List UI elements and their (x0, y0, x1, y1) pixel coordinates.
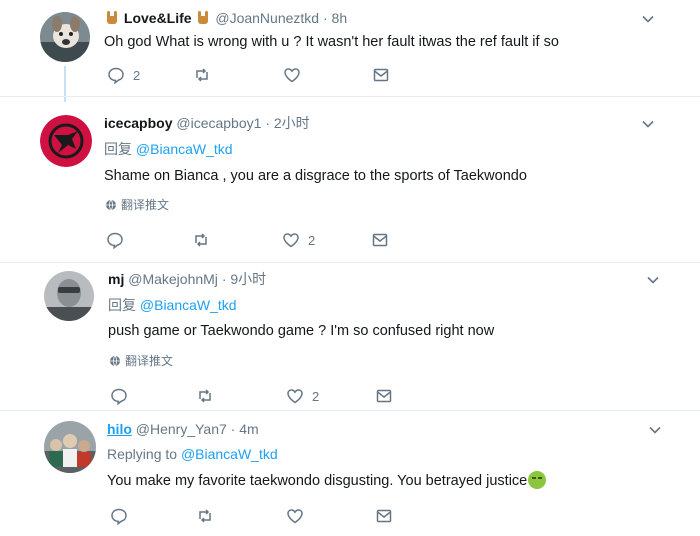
globe-icon (110, 355, 120, 367)
heart-icon (287, 509, 303, 524)
heart-icon (287, 389, 303, 404)
separator-dot: · (265, 115, 270, 131)
timestamp[interactable]: 4m (239, 421, 258, 437)
avatar-dog-photo-icon (40, 12, 90, 62)
timestamp[interactable]: 9小时 (230, 271, 266, 287)
heart-icon (283, 233, 299, 248)
retweet-button[interactable] (196, 387, 214, 405)
tweet-2[interactable]: icecapboy @icecapboy1 · 2小时 回复 @BiancaW_… (0, 97, 700, 262)
user-handle[interactable]: @MakejohnMj (128, 271, 218, 287)
reply-icon (111, 508, 127, 525)
like-button[interactable]: 2 (286, 387, 319, 405)
retweet-icon (196, 68, 208, 82)
envelope-icon (372, 233, 388, 247)
chevron-down-icon[interactable] (646, 273, 660, 287)
timestamp[interactable]: 8h (332, 10, 348, 26)
envelope-icon (376, 509, 392, 523)
tweet-actions: 2 (107, 66, 397, 86)
retweet-button[interactable] (193, 66, 211, 84)
display-name[interactable]: hilo (107, 421, 132, 437)
translate-tweet[interactable]: 翻译推文 (109, 354, 173, 368)
reply-icon (108, 67, 124, 84)
reply-count: 2 (133, 67, 141, 83)
raptors-logo-icon (40, 115, 92, 167)
mention-link[interactable]: @BiancaW_tkd (140, 297, 237, 313)
tweet-1[interactable]: Love&Life @JoanNuneztkd · 8h Oh god What… (0, 0, 700, 102)
retweet-icon (199, 389, 211, 403)
mention-link[interactable]: @BiancaW_tkd (181, 446, 278, 462)
like-count: 2 (308, 232, 316, 248)
reply-button[interactable] (110, 387, 136, 405)
user-handle[interactable]: @Henry_Yan7 (136, 421, 227, 437)
tweet-actions: 2 (106, 231, 396, 251)
like-count: 2 (312, 388, 320, 404)
translate-label: 翻译推文 (125, 354, 174, 368)
like-button[interactable]: 2 (282, 231, 315, 249)
like-button[interactable] (283, 66, 309, 84)
avatar-person-photo-icon (44, 271, 94, 321)
rock-hand-emoji-icon (107, 11, 117, 24)
avatar[interactable] (40, 115, 92, 167)
retweet-button[interactable] (196, 507, 214, 525)
mention-link[interactable]: @BiancaW_tkd (136, 141, 233, 157)
retweet-icon (199, 509, 211, 523)
message-button[interactable] (371, 231, 389, 249)
reply-button[interactable] (106, 231, 132, 249)
message-button[interactable] (375, 507, 393, 525)
translate-label: 翻译推文 (121, 198, 170, 212)
avatar[interactable] (40, 12, 90, 62)
tweet-text: You make my favorite taekwondo disgustin… (107, 471, 547, 490)
avatar-crowd-photo-icon (44, 421, 96, 473)
separator-dot: · (221, 271, 227, 287)
replying-to: 回复 @BiancaW_tkd (108, 296, 237, 314)
user-handle[interactable]: @icecapboy1 (176, 115, 261, 131)
tweet-actions: 2 (110, 387, 400, 407)
user-handle[interactable]: @JoanNuneztkd (215, 10, 319, 26)
retweet-button[interactable] (192, 231, 210, 249)
reply-prefix: 回复 (108, 297, 136, 313)
reply-prefix: Replying to (107, 446, 178, 462)
avatar[interactable] (44, 421, 96, 473)
tweet-header: hilo @Henry_Yan7 · 4m (107, 420, 259, 438)
retweet-icon (195, 233, 207, 247)
envelope-icon (373, 68, 389, 82)
chevron-down-icon[interactable] (641, 117, 655, 131)
reply-icon (111, 388, 127, 405)
separator-dot: · (322, 10, 328, 26)
tweet-text: Shame on Bianca , you are a disgrace to … (104, 168, 527, 184)
globe-icon (106, 199, 116, 211)
reply-prefix: 回复 (104, 141, 132, 157)
tweet-header: icecapboy @icecapboy1 · 2小时 (104, 114, 310, 132)
like-button[interactable] (286, 507, 312, 525)
reply-button[interactable] (110, 507, 136, 525)
reply-icon (107, 232, 123, 249)
translate-tweet[interactable]: 翻译推文 (105, 198, 169, 212)
chevron-down-icon[interactable] (641, 12, 655, 26)
message-button[interactable] (375, 387, 393, 405)
heart-icon (284, 68, 300, 83)
display-name[interactable]: Love&Life (124, 10, 192, 26)
envelope-icon (376, 389, 392, 403)
chevron-down-icon[interactable] (648, 423, 662, 437)
replying-to: Replying to @BiancaW_tkd (107, 445, 278, 463)
replying-to: 回复 @BiancaW_tkd (104, 140, 233, 158)
tweet-text-content: You make my favorite taekwondo disgustin… (107, 473, 528, 489)
tweet-4[interactable]: hilo @Henry_Yan7 · 4m Replying to @Bianc… (0, 411, 700, 536)
tweet-text: push game or Taekwondo game ? I'm so con… (108, 323, 495, 339)
display-name[interactable]: icecapboy (104, 115, 172, 131)
nauseated-face-emoji-icon (528, 471, 547, 489)
reply-button[interactable]: 2 (107, 66, 140, 84)
tweet-text: Oh god What is wrong with u ? It wasn't … (104, 34, 559, 50)
tweet-header: mj @MakejohnMj · 9小时 (108, 270, 266, 288)
display-name[interactable]: mj (108, 271, 124, 287)
tweet-3[interactable]: mj @MakejohnMj · 9小时 回复 @BiancaW_tkd pus… (0, 263, 700, 410)
tweet-header: Love&Life @JoanNuneztkd · 8h (104, 9, 347, 27)
separator-dot: · (230, 421, 236, 437)
tweet-actions (110, 507, 400, 527)
rock-hand-emoji-icon (198, 11, 209, 24)
avatar[interactable] (44, 271, 94, 321)
timestamp[interactable]: 2小时 (274, 115, 310, 131)
message-button[interactable] (372, 66, 390, 84)
